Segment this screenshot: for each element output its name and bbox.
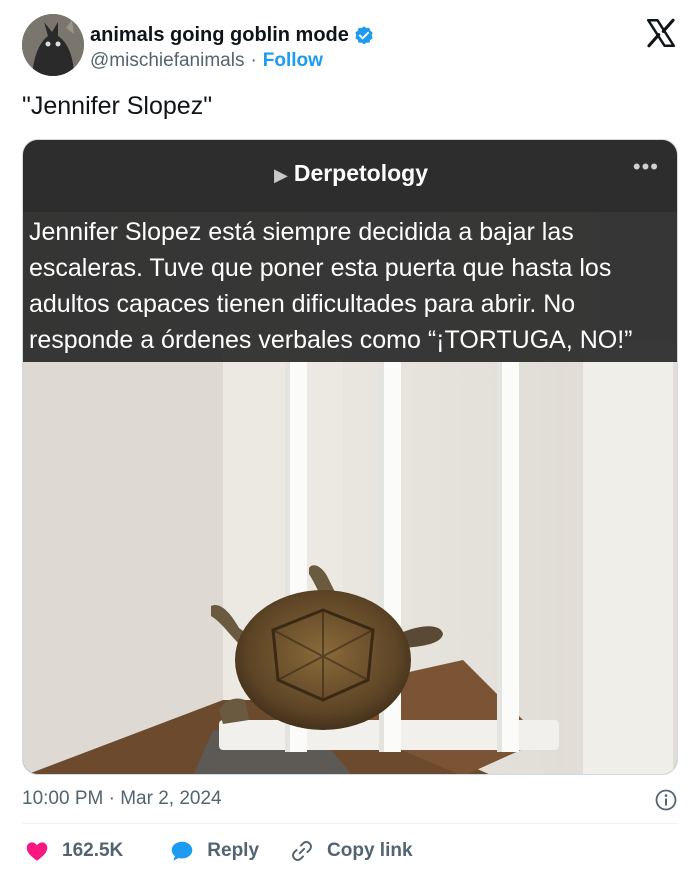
x-logo-icon[interactable]: [644, 16, 678, 50]
follow-button[interactable]: Follow: [263, 50, 323, 72]
tweet-date[interactable]: Mar 2, 2024: [120, 788, 221, 809]
tweet-actions: 162.5K Reply Copy link: [24, 836, 413, 866]
link-icon: [292, 841, 312, 861]
heart-icon: [26, 842, 48, 861]
copy-link-button[interactable]: Copy link: [289, 838, 413, 864]
author-name[interactable]: animals going goblin mode: [90, 24, 349, 47]
reply-button[interactable]: Reply: [169, 838, 259, 864]
tweet-header: animals going goblin mode @mischiefanima…: [22, 14, 682, 80]
tweet-media[interactable]: ▶ Derpetology ••• Jennifer Slopez está si…: [22, 139, 678, 775]
copy-link-label: Copy link: [327, 840, 413, 861]
media-caption: Jennifer Slopez está siempre decidida a …: [23, 212, 677, 362]
avatar[interactable]: [22, 14, 84, 76]
tweet-time[interactable]: 10:00 PM: [22, 788, 103, 809]
tweet-timestamp[interactable]: 10:00 PM · Mar 2, 2024: [22, 788, 222, 810]
reply-bubble-icon: [171, 841, 193, 861]
verified-badge-icon: [355, 25, 373, 44]
info-icon[interactable]: [654, 788, 678, 812]
like-button[interactable]: 162.5K: [24, 838, 123, 864]
subreddit-name: Derpetology: [293, 160, 429, 186]
divider: [22, 823, 678, 824]
more-options-icon: •••: [632, 154, 659, 179]
author-handle[interactable]: @mischiefanimals: [90, 50, 244, 72]
play-triangle-icon: ▶: [273, 165, 288, 185]
tweet-text: "Jennifer Slopez": [22, 92, 213, 120]
timestamp-separator: ·: [108, 788, 115, 809]
like-count: 162.5K: [62, 840, 124, 861]
reply-label: Reply: [207, 840, 260, 861]
handle-separator: ·: [250, 50, 257, 71]
reddit-header-bar: ▶ Derpetology •••: [23, 140, 677, 212]
